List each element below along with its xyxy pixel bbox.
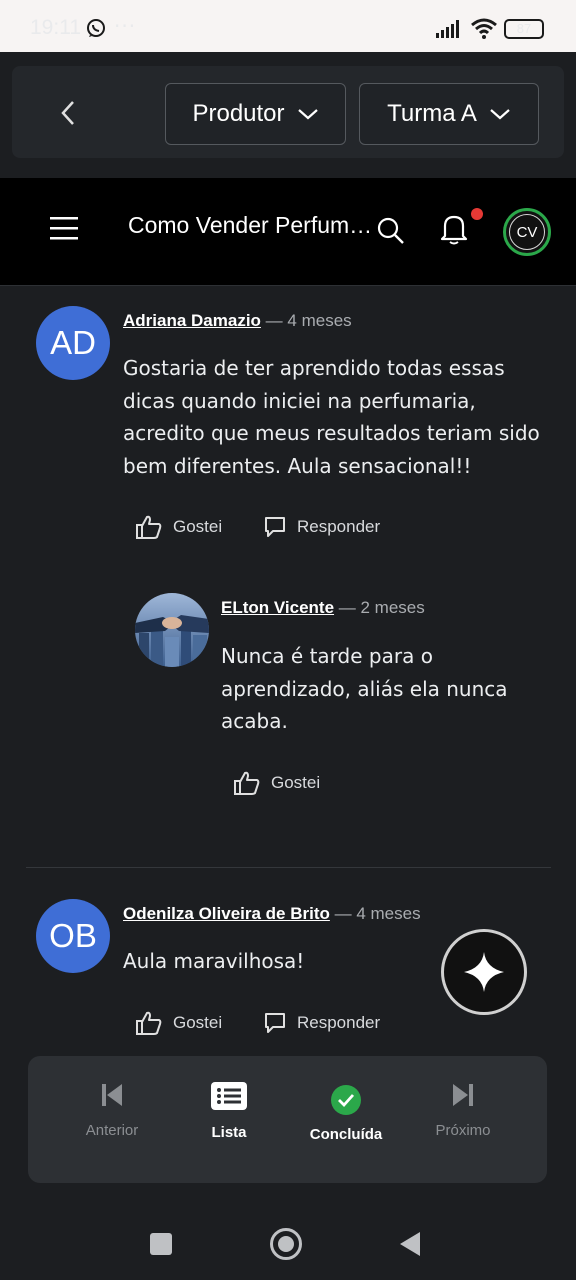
reply-button[interactable]: Responder xyxy=(263,515,380,539)
reply-avatar xyxy=(135,593,209,667)
back-icon xyxy=(61,101,74,125)
reply-text: Nunca é tarde para o aprendizado, aliás … xyxy=(221,644,508,733)
thumbs-up-icon xyxy=(234,771,260,795)
reply-time: — 2 meses xyxy=(338,598,425,617)
completed-button[interactable]: Concluída xyxy=(291,1084,401,1143)
reply-author[interactable]: ELton Vicente xyxy=(221,598,334,617)
like-label: Gostei xyxy=(173,517,223,536)
thumbs-up-icon xyxy=(136,1011,162,1035)
completed-label: Concluída xyxy=(309,1126,383,1143)
bell-icon[interactable] xyxy=(436,210,472,246)
search-icon[interactable] xyxy=(374,214,406,246)
producer-select-label: Produtor xyxy=(192,100,285,127)
check-circle-icon xyxy=(331,1085,361,1115)
reply-header: ELton Vicente — 2 meses xyxy=(221,598,425,618)
comment-icon xyxy=(265,517,285,537)
home-icon[interactable] xyxy=(270,1228,302,1260)
avatar: OB xyxy=(36,899,110,973)
previous-label: Anterior xyxy=(85,1122,139,1139)
avatar: AD xyxy=(36,306,110,380)
back-button[interactable] xyxy=(44,84,94,142)
notification-dot xyxy=(471,208,483,220)
skip-next-icon xyxy=(453,1084,473,1106)
reply-label: Responder xyxy=(297,517,381,536)
comment-header: Odenilza Oliveira de Brito — 4 meses xyxy=(123,904,421,924)
like-button[interactable]: Gostei xyxy=(135,514,222,540)
thumbs-up-icon xyxy=(136,515,162,539)
more-notifications-icon: ··· xyxy=(114,14,137,38)
menu-icon[interactable] xyxy=(48,214,80,242)
handshake-photo xyxy=(135,593,209,667)
status-time: 19:11 xyxy=(30,16,81,39)
user-initials: CV xyxy=(509,214,545,250)
comment-author[interactable]: Adriana Damazio xyxy=(123,311,261,330)
list-icon xyxy=(211,1082,247,1110)
list-label: Lista xyxy=(211,1124,247,1141)
comment-divider xyxy=(26,867,551,868)
like-button[interactable]: Gostei xyxy=(135,1010,222,1036)
reply-button[interactable]: Responder xyxy=(263,1011,380,1035)
user-avatar[interactable]: CV xyxy=(503,208,551,256)
previous-button[interactable]: Anterior xyxy=(57,1082,167,1139)
comment-time: — 4 meses xyxy=(334,904,421,923)
class-select-label: Turma A xyxy=(387,100,477,127)
next-button[interactable]: Próximo xyxy=(408,1082,518,1139)
like-label: Gostei xyxy=(173,1013,223,1032)
chevron-down-icon xyxy=(490,109,510,120)
comment-author[interactable]: Odenilza Oliveira de Brito xyxy=(123,904,330,923)
wifi-icon xyxy=(471,18,497,39)
like-label: Gostei xyxy=(271,773,321,792)
comment-header: Adriana Damazio — 4 meses xyxy=(123,311,352,331)
whatsapp-icon xyxy=(87,19,105,37)
chevron-down-icon xyxy=(297,109,318,120)
comment-time: — 4 meses xyxy=(265,311,352,330)
assistant-button[interactable] xyxy=(441,929,527,1015)
reply-label: Responder xyxy=(297,1013,381,1032)
list-button[interactable]: Lista xyxy=(174,1082,284,1141)
comment-text: Aula maravilhosa! xyxy=(123,949,305,973)
producer-select[interactable]: Produtor xyxy=(165,83,346,145)
skip-previous-icon xyxy=(102,1084,122,1106)
comment-icon xyxy=(265,1013,285,1033)
next-label: Próximo xyxy=(435,1122,491,1139)
sparkle-icon xyxy=(464,952,504,992)
class-select[interactable]: Turma A xyxy=(359,83,539,145)
battery-indicator: 87 xyxy=(504,19,544,39)
like-button[interactable]: Gostei xyxy=(233,770,320,796)
recents-icon[interactable] xyxy=(150,1233,172,1255)
signal-icon xyxy=(436,20,459,38)
back-nav-icon[interactable] xyxy=(398,1231,422,1257)
course-title: Como Vender Perfumes do Zero xyxy=(128,212,380,238)
comment-text: Gostaria de ter aprendido todas essas di… xyxy=(123,356,540,478)
